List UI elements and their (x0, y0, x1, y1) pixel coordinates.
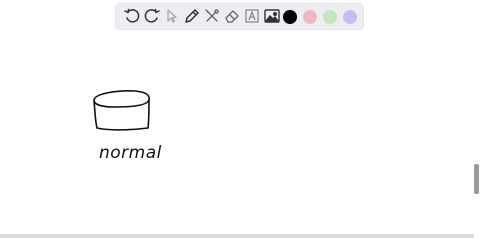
color-swatch-green[interactable] (323, 10, 337, 24)
image-icon[interactable] (262, 6, 282, 26)
color-swatch-black[interactable] (283, 10, 297, 24)
horizontal-scrollbar[interactable] (0, 234, 474, 238)
handwritten-label: normal (99, 143, 162, 163)
select-pointer-icon[interactable] (162, 6, 182, 26)
redo-icon[interactable] (142, 6, 162, 26)
pen-icon[interactable] (182, 6, 202, 26)
color-swatch-lavender[interactable] (343, 10, 357, 24)
whiteboard-canvas[interactable]: normal (0, 0, 480, 240)
eraser-icon[interactable] (222, 6, 242, 26)
drawing-toolbar (116, 4, 363, 29)
color-swatch-pink[interactable] (303, 10, 317, 24)
text-box-icon[interactable] (242, 6, 262, 26)
hand-drawn-cylinder (93, 90, 150, 131)
tools-icon[interactable] (202, 6, 222, 26)
undo-icon[interactable] (122, 6, 142, 26)
vertical-scrollbar-thumb[interactable] (474, 164, 479, 194)
